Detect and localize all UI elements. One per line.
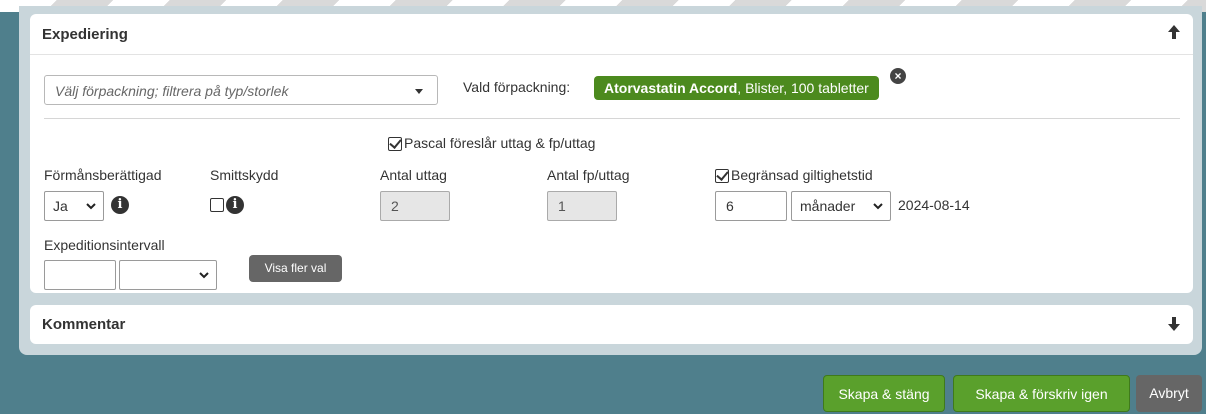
antal-uttag-label: Antal uttag [380,167,447,183]
antal-fp-uttag-input[interactable]: 1 [547,191,617,221]
cancel-button[interactable]: Avbryt [1136,375,1202,412]
package-select[interactable]: Välj förpackning; filtrera på typ/storle… [44,75,438,105]
antal-uttag-value: 2 [391,198,399,214]
section-divider [44,118,1180,119]
header-divider [30,54,1193,55]
expediering-title[interactable]: Expediering [42,26,128,43]
begransad-giltighetstid-label: Begränsad giltighetstid [731,167,873,183]
expeditionsintervall-unit-select[interactable] [119,260,217,290]
pascal-suggest-checkbox[interactable] [388,137,402,151]
expand-down-arrow-icon[interactable] [1167,316,1181,332]
giltighetstid-unit-select[interactable]: månader [791,191,891,221]
expediering-section: Expediering Välj förpackning; filtrera p… [30,14,1193,293]
expeditionsintervall-input[interactable] [44,260,116,290]
chosen-package-name: Atorvastatin Accord [604,80,738,96]
kommentar-section[interactable]: Kommentar [30,305,1193,344]
chevron-down-icon [873,203,883,210]
expeditionsintervall-label: Expeditionsintervall [44,237,165,253]
begransad-giltighetstid-checkbox[interactable] [715,169,729,183]
formansberattigad-select[interactable]: Ja [44,191,104,221]
chosen-package-label: Vald förpackning: [463,79,571,95]
package-select-placeholder: Välj förpackning; filtrera på typ/storle… [55,83,289,99]
chosen-package-details: , Blister, 100 tabletter [737,80,869,96]
antal-fp-uttag-value: 1 [558,198,566,214]
show-more-options-button[interactable]: Visa fler val [249,255,342,282]
pascal-suggest-label: Pascal föreslår uttag & fp/uttag [404,135,596,151]
giltighetstid-unit-value: månader [800,198,856,214]
giltighetstid-amount-input[interactable]: 6 [715,191,787,221]
prescription-panel: Expediering Välj förpackning; filtrera p… [19,6,1202,355]
giltighetstid-amount-value: 6 [726,198,734,214]
create-and-prescribe-again-button[interactable]: Skapa & förskriv igen [953,375,1130,412]
formansberattigad-info-icon[interactable]: i [111,196,129,214]
chevron-down-icon [86,203,96,210]
kommentar-title[interactable]: Kommentar [42,316,125,333]
collapse-up-arrow-icon[interactable] [1167,24,1181,40]
formansberattigad-value: Ja [53,198,68,214]
smittskydd-info-icon[interactable]: i [226,196,244,214]
remove-package-close-icon[interactable]: × [888,66,908,86]
giltighetstid-end-date: 2024-08-14 [898,197,970,213]
smittskydd-label: Smittskydd [210,167,279,183]
chevron-down-icon [415,89,423,94]
smittskydd-checkbox[interactable] [210,198,224,212]
create-and-close-button[interactable]: Skapa & stäng [823,375,945,412]
formansberattigad-label: Förmånsberättigad [44,167,162,183]
chosen-package-chip: Atorvastatin Accord, Blister, 100 tablet… [594,76,879,100]
chevron-down-icon [199,272,209,279]
antal-fp-uttag-label: Antal fp/uttag [547,167,630,183]
antal-uttag-input[interactable]: 2 [380,191,450,221]
